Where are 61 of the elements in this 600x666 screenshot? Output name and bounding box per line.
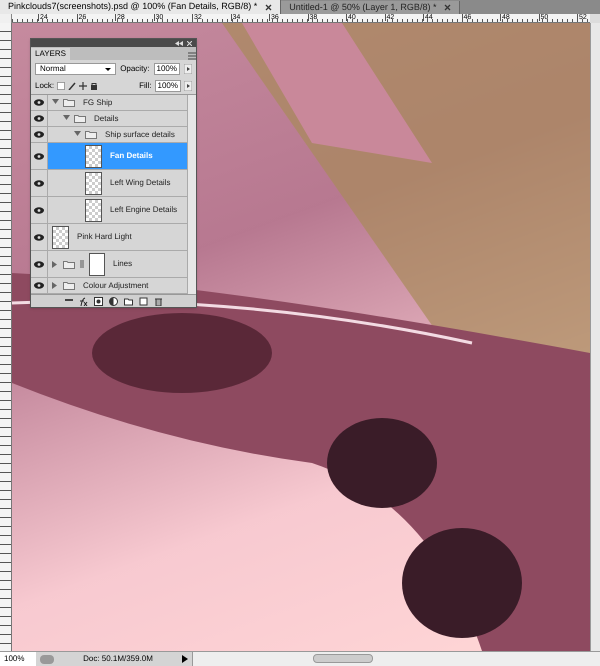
document-tab[interactable]: Pinkclouds7(screenshots).psd @ 100% (Fan Details, RGB/8) * — [0, 0, 282, 14]
eye-icon[interactable] — [34, 180, 44, 186]
opacity-label: Opacity: — [120, 63, 150, 75]
eye-icon[interactable] — [34, 131, 44, 138]
blend-mode-dropdown[interactable]: Normal — [35, 63, 116, 75]
eye-icon[interactable] — [34, 152, 44, 160]
folder-icon[interactable] — [124, 296, 133, 306]
effects-icon[interactable] — [79, 296, 88, 306]
layer-name: Left Engine Details — [109, 204, 178, 216]
layer-thumbnail — [85, 172, 102, 194]
eye-icon[interactable] — [34, 234, 44, 240]
eye-icon[interactable] — [34, 115, 44, 122]
eye-icon[interactable] — [34, 260, 44, 268]
horizontal-scrollbar[interactable] — [192, 652, 600, 666]
collapsed-triangle-icon[interactable] — [52, 282, 59, 289]
vertical-scrollbar[interactable] — [590, 23, 600, 651]
layer-name: FG Ship — [82, 96, 112, 108]
close-icon[interactable] — [265, 4, 272, 10]
mask-thumbnail — [89, 252, 105, 276]
lock-label: Lock: — [35, 80, 54, 92]
layer-name: Ship surface details — [104, 128, 175, 140]
panel-tab[interactable]: LAYERS — [31, 48, 70, 60]
adjustment-icon[interactable] — [109, 296, 118, 306]
transparency-lock-icon[interactable] — [57, 82, 66, 90]
zoom-level[interactable]: 100% — [0, 652, 36, 666]
layer-name: Details — [93, 112, 118, 124]
opacity-field[interactable]: 100% — [154, 63, 180, 75]
expanded-triangle-icon[interactable] — [74, 131, 81, 138]
document-tab[interactable]: Untitled-1 @ 50% (Layer 1, RGB/8) * — [281, 1, 460, 14]
eye-icon[interactable] — [34, 99, 44, 106]
layer-name: Pink Hard Light — [76, 231, 132, 243]
trash-icon[interactable] — [154, 296, 163, 306]
layer-name: Left Wing Details — [109, 177, 170, 189]
eye-icon[interactable] — [34, 206, 44, 214]
arrow-icon[interactable] — [184, 64, 192, 74]
menu-icon[interactable] — [188, 52, 196, 60]
fill-field[interactable]: 100% — [154, 80, 181, 92]
close-icon[interactable] — [444, 4, 452, 11]
eye-icon[interactable] — [34, 282, 44, 289]
layer-name: Colour Adjustment — [82, 280, 148, 292]
link-icon[interactable] — [79, 259, 85, 269]
layer-thumbnail — [85, 198, 102, 222]
fill-label: Fill: — [139, 80, 152, 92]
document-size: Doc: 50.1M/359.0M — [82, 653, 154, 665]
play-icon[interactable] — [182, 655, 188, 663]
brush-icon[interactable] — [68, 82, 76, 90]
expanded-triangle-icon[interactable] — [52, 99, 59, 106]
layer-thumbnail — [52, 226, 69, 248]
expanded-triangle-icon[interactable] — [63, 115, 70, 122]
layer-name: Lines — [112, 258, 132, 270]
move-icon[interactable] — [79, 82, 88, 90]
collapsed-triangle-icon[interactable] — [52, 260, 59, 268]
ruler-end — [590, 14, 600, 23]
arrow-icon[interactable] — [184, 81, 192, 91]
layers-scrollbar[interactable] — [187, 95, 196, 294]
layer-thumbnail — [85, 144, 102, 168]
lock-icon[interactable] — [90, 82, 98, 90]
layer-name: Fan Details — [109, 150, 153, 162]
new-layer-icon[interactable] — [139, 296, 148, 306]
dropdown-arrow-icon[interactable] — [105, 68, 112, 70]
mask-icon[interactable] — [94, 296, 103, 306]
